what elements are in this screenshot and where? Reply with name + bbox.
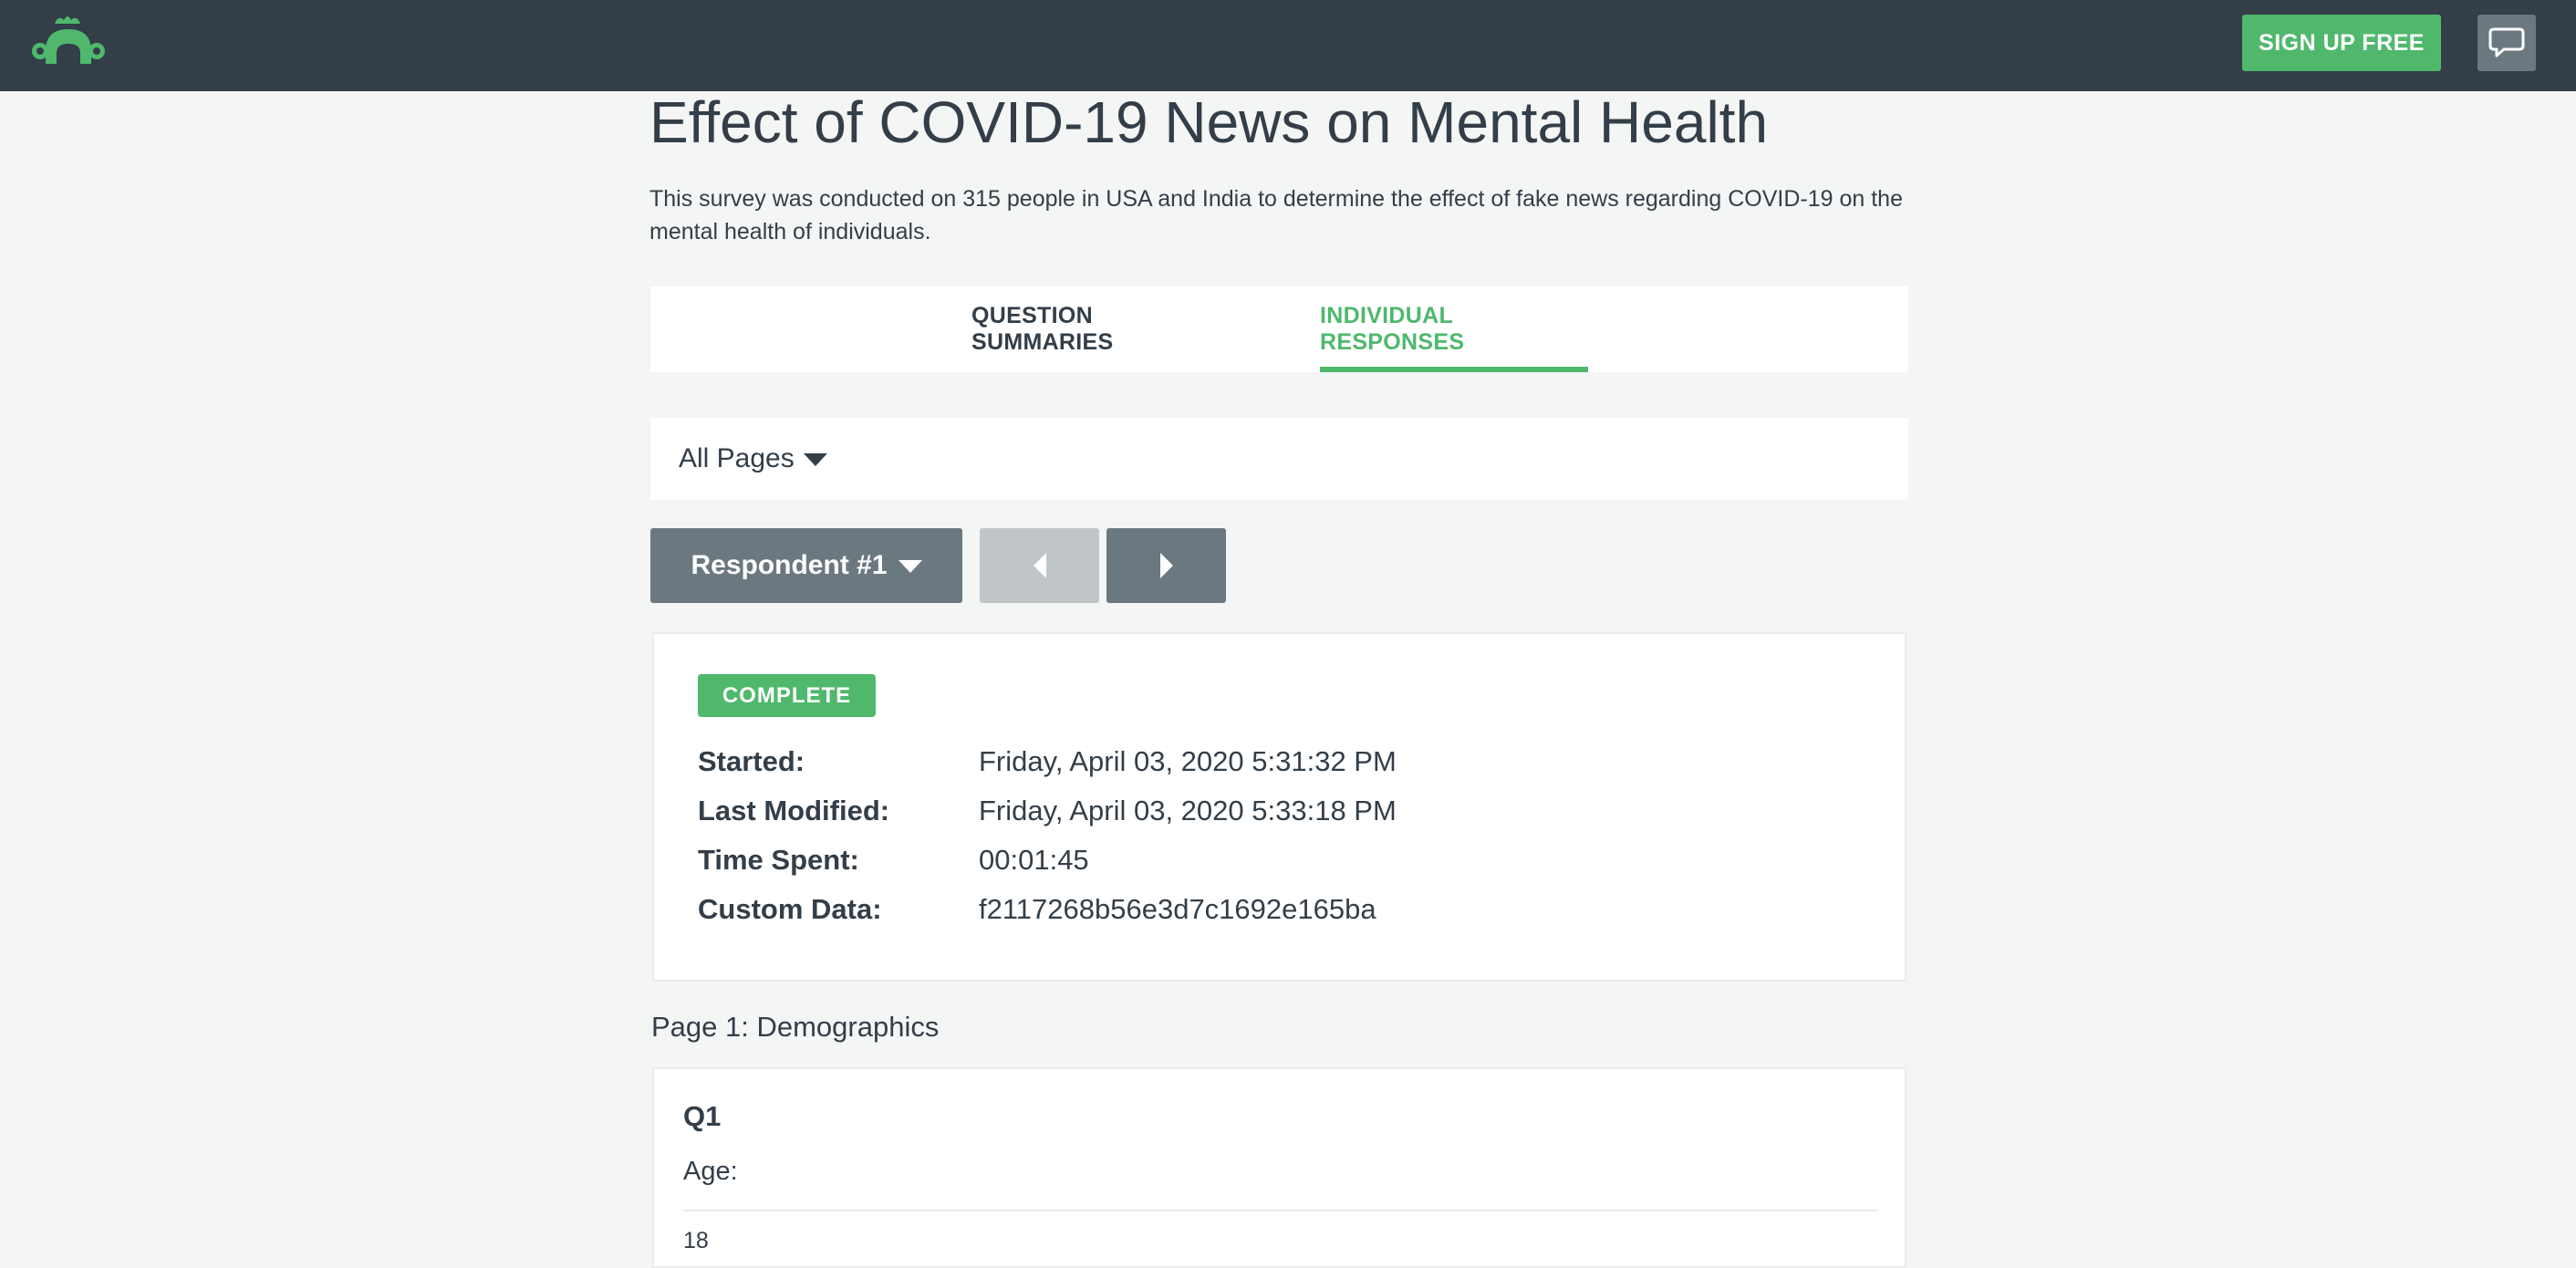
info-row-started: Started: Friday, April 03, 2020 5:31:32 … — [698, 737, 1884, 786]
info-row-time-spent: Time Spent: 00:01:45 — [698, 836, 1884, 885]
results-tabs: QUESTION SUMMARIES INDIVIDUAL RESPONSES — [650, 286, 1908, 372]
all-pages-label: All Pages — [679, 443, 795, 473]
tab-individual-responses[interactable]: INDIVIDUAL RESPONSES — [1320, 286, 1588, 372]
question-card: Q1 Age: 18 — [652, 1067, 1906, 1268]
info-label: Last Modified: — [698, 795, 890, 826]
survey-title: Effect of COVID-19 News on Mental Health — [649, 89, 1769, 155]
speech-bubble-icon — [2488, 27, 2525, 57]
next-respondent-button[interactable] — [1106, 528, 1226, 603]
info-row-custom-data: Custom Data: f2117268b56e3d7c1692e165ba — [698, 885, 1884, 934]
caret-down-icon — [803, 453, 827, 466]
info-value: Friday, April 03, 2020 5:33:18 PM — [979, 795, 1397, 826]
info-label: Started: — [698, 745, 805, 777]
top-navigation-bar: SIGN UP FREE — [0, 0, 2576, 91]
info-value: f2117268b56e3d7c1692e165ba — [979, 893, 1376, 925]
info-value: 00:01:45 — [979, 844, 1089, 876]
status-badge: COMPLETE — [698, 674, 876, 717]
info-value: Friday, April 03, 2020 5:31:32 PM — [979, 745, 1397, 777]
divider — [683, 1210, 1878, 1211]
feedback-button[interactable] — [2477, 15, 2536, 71]
survey-description: This survey was conducted on 315 people … — [649, 186, 1903, 244]
tab-question-summaries[interactable]: QUESTION SUMMARIES — [971, 286, 1229, 372]
respondent-selector-button[interactable]: Respondent #1 — [650, 528, 962, 603]
all-pages-dropdown[interactable]: All Pages — [679, 418, 827, 500]
question-answer: 18 — [683, 1228, 709, 1253]
arrow-left-icon — [1033, 553, 1046, 578]
page-section-title: Page 1: Demographics — [651, 1011, 940, 1043]
question-text: Age: — [683, 1157, 738, 1186]
info-label: Custom Data: — [698, 893, 882, 925]
info-label: Time Spent: — [698, 844, 859, 876]
sign-up-free-button[interactable]: SIGN UP FREE — [2242, 15, 2441, 71]
info-row-last-modified: Last Modified: Friday, April 03, 2020 5:… — [698, 786, 1884, 836]
response-metadata-panel: COMPLETE Started: Friday, April 03, 2020… — [652, 632, 1906, 982]
surveymonkey-logo-icon[interactable] — [27, 11, 109, 75]
page-filter-bar: All Pages — [650, 418, 1908, 500]
arrow-right-icon — [1159, 553, 1173, 578]
question-number: Q1 — [683, 1100, 722, 1132]
previous-respondent-button[interactable] — [980, 528, 1099, 603]
caret-down-icon — [898, 560, 922, 573]
respondent-selector-label: Respondent #1 — [691, 550, 888, 580]
